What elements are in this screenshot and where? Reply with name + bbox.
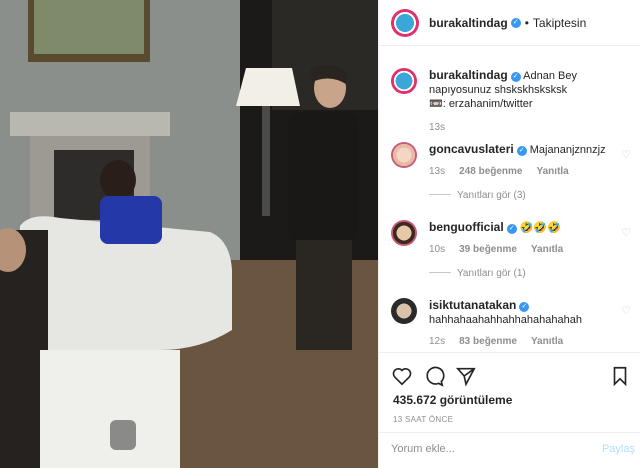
video-frame: [0, 0, 378, 468]
view-replies-button[interactable]: Yanıtları gör (3): [429, 189, 629, 203]
post-header: burakaltindag ✓ • Takiptesin: [379, 0, 640, 46]
username-link[interactable]: goncavuslateri: [429, 142, 514, 156]
post-button[interactable]: Paylaş: [602, 443, 635, 455]
reply-button[interactable]: Yanıtla: [531, 244, 563, 255]
verified-icon: ✓: [510, 17, 521, 28]
view-count[interactable]: 435.672 görüntüleme: [393, 393, 512, 407]
heart-icon[interactable]: ♡: [621, 148, 631, 161]
action-bar: 435.672 görüntüleme 13 SAAT ÖNCE: [379, 352, 640, 432]
post-time[interactable]: 13 SAAT ÖNCE: [393, 415, 453, 424]
comments-list[interactable]: burakaltindag ✓ Adnan Bey napıyosunuz shs…: [379, 60, 640, 350]
heart-icon[interactable]: ♡: [621, 226, 631, 239]
username-link[interactable]: benguofficial: [429, 220, 504, 234]
comment-icon[interactable]: [423, 365, 445, 387]
like-count[interactable]: 83 beğenme: [459, 336, 517, 347]
reply-button[interactable]: Yanıtla: [531, 336, 563, 347]
caption-source: : erzahanim/twitter: [442, 98, 533, 110]
like-count[interactable]: 39 beğenme: [459, 244, 517, 255]
comment-text: hahhahaahahhahhahahahahah: [429, 314, 582, 326]
verified-icon: ✓: [510, 72, 521, 82]
comment-text: Majananjznnzjz: [529, 144, 606, 156]
username-link[interactable]: isiktutanatakan: [429, 298, 516, 312]
avatar[interactable]: [391, 68, 417, 94]
heart-icon[interactable]: [391, 365, 413, 387]
avatar[interactable]: [391, 220, 417, 246]
camera-icon: 📼: [429, 98, 443, 110]
view-replies-button[interactable]: Yanıtları gör (1): [429, 267, 629, 281]
username-link[interactable]: burakaltindag: [429, 16, 508, 30]
avatar[interactable]: [391, 142, 417, 168]
bookmark-icon[interactable]: [609, 365, 631, 387]
avatar[interactable]: [391, 8, 419, 37]
post-panel: burakaltindag ✓ • Takiptesin burakaltind…: [378, 0, 640, 468]
comment-time[interactable]: 13s: [429, 166, 445, 177]
separator: •: [524, 15, 529, 30]
reply-button[interactable]: Yanıtla: [537, 166, 569, 177]
video-player[interactable]: [0, 0, 378, 468]
comment-form: Yorum ekle... Paylaş: [379, 432, 640, 468]
verified-icon: ✓: [506, 224, 517, 234]
heart-icon[interactable]: ♡: [621, 304, 631, 317]
comment-text: 🤣🤣🤣: [519, 222, 561, 234]
username-link[interactable]: burakaltindag: [429, 68, 508, 82]
comment-time[interactable]: 10s: [429, 244, 445, 255]
verified-icon: ✓: [519, 302, 530, 312]
comment-input[interactable]: Yorum ekle...: [391, 443, 455, 455]
comment-time[interactable]: 12s: [429, 336, 445, 347]
share-icon[interactable]: [455, 365, 477, 387]
verified-icon: ✓: [516, 146, 527, 156]
avatar[interactable]: [391, 298, 417, 324]
caption-time[interactable]: 13s: [429, 122, 445, 133]
like-count[interactable]: 248 beğenme: [459, 166, 522, 177]
follow-status[interactable]: Takiptesin: [533, 16, 586, 30]
